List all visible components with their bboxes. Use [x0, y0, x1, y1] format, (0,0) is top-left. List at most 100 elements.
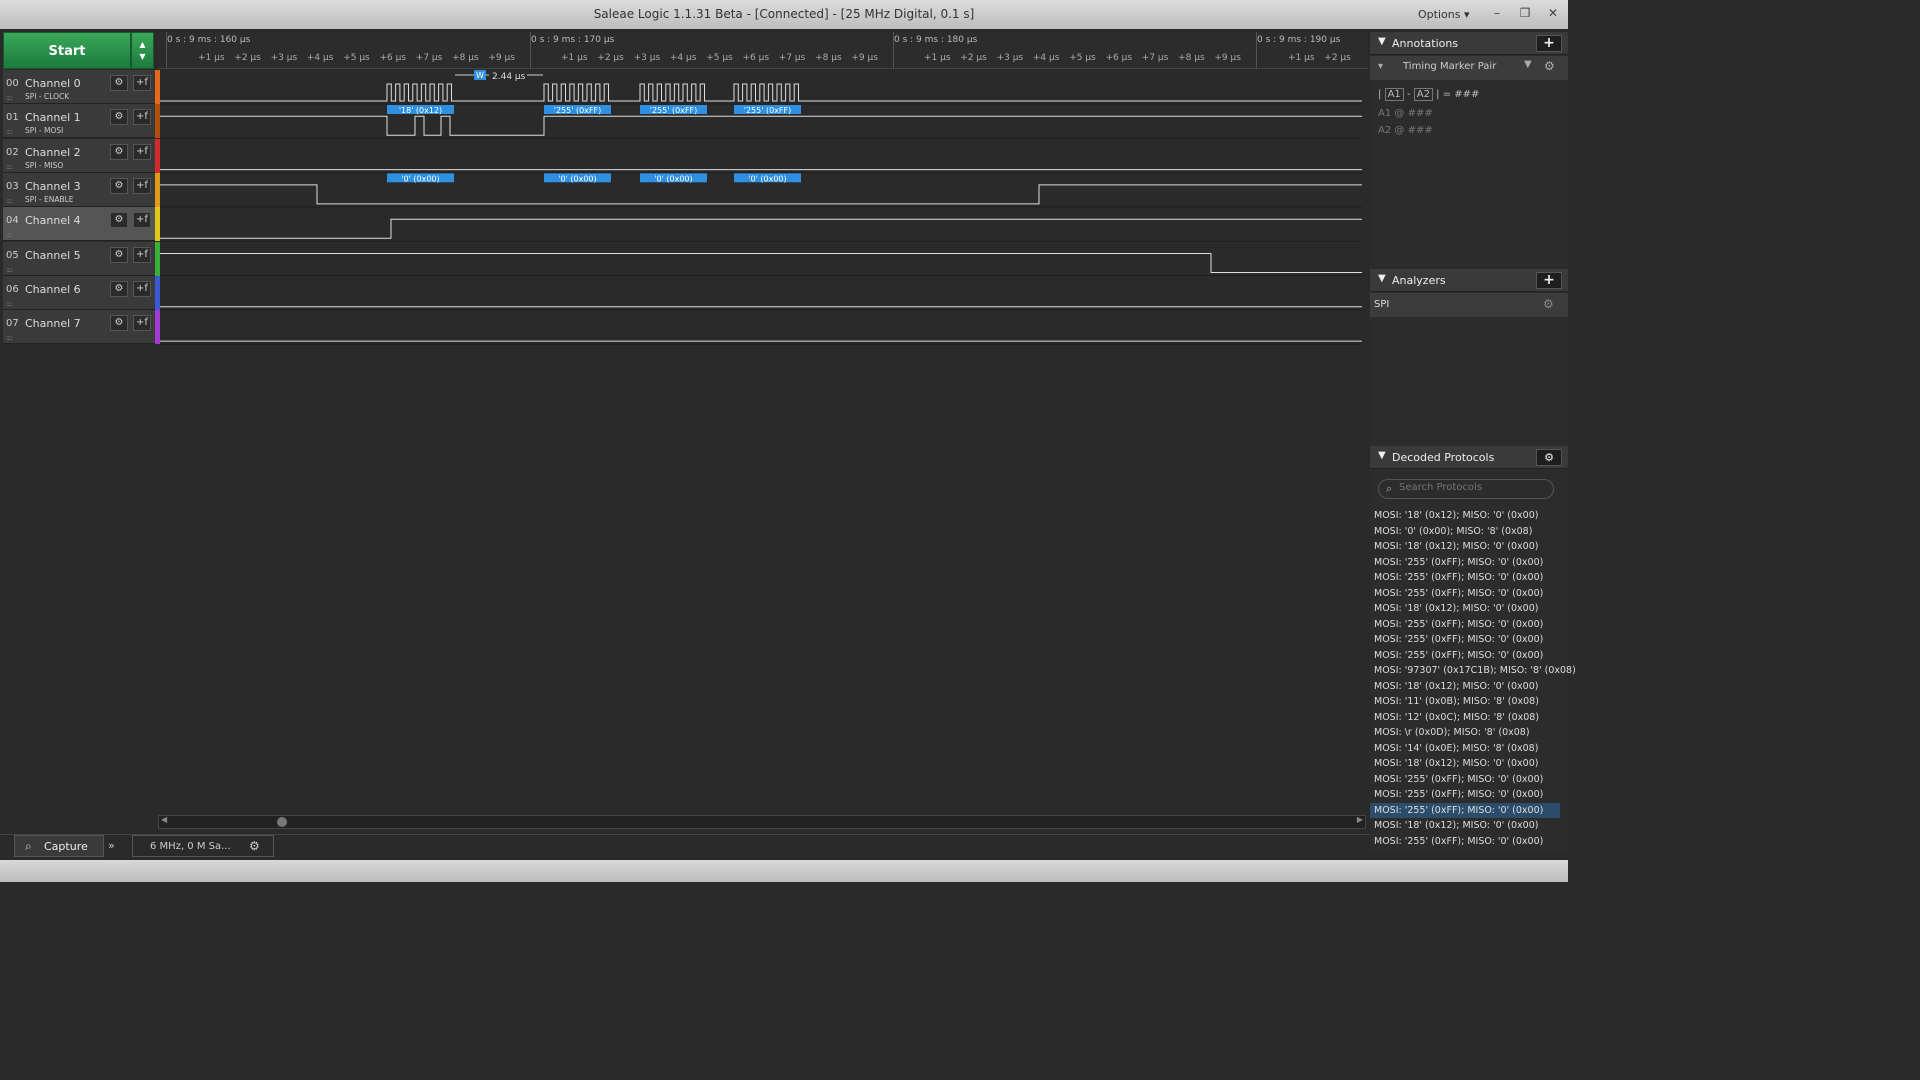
trigger-button[interactable]: +f — [133, 75, 151, 91]
scroll-thumb[interactable] — [277, 817, 287, 827]
miso-decode-badge[interactable]: '0' (0x00) — [734, 173, 801, 183]
channel-row[interactable]: 04 Channel 4 :::: ⚙ +f — [3, 207, 155, 242]
add-analyzer-button[interactable]: + — [1536, 272, 1562, 289]
channel-settings-button[interactable]: ⚙ — [110, 246, 128, 263]
protocol-list-item[interactable]: MOSI: '255' (0xFF); MISO: '0' (0x00) — [1370, 617, 1560, 633]
drag-handle-icon[interactable]: :::: — [6, 128, 13, 136]
channel-row[interactable]: 05 Channel 5 :::: ⚙ +f — [3, 241, 155, 276]
channel-settings-button[interactable]: ⚙ — [110, 177, 128, 194]
collapse-icon[interactable]: ▼ — [1378, 450, 1386, 461]
protocol-list-item[interactable]: MOSI: '18' (0x12); MISO: '0' (0x00) — [1370, 508, 1560, 524]
drag-handle-icon[interactable]: :::: — [6, 163, 13, 171]
mosi-decode-badge[interactable]: '18' (0x12) — [387, 105, 454, 115]
protocol-list-item[interactable]: MOSI: '255' (0xFF); MISO: '0' (0x00) — [1370, 772, 1560, 788]
protocol-list-item[interactable]: MOSI: '14' (0x0E); MISO: '8' (0x08) — [1370, 741, 1560, 757]
drag-handle-icon[interactable]: :::: — [6, 334, 13, 342]
horizontal-scrollbar[interactable]: ◀ ▶ — [158, 815, 1366, 829]
miso-decode-badge[interactable]: '0' (0x00) — [640, 173, 707, 183]
gear-icon[interactable]: ⚙ — [1543, 297, 1554, 311]
drag-handle-icon[interactable]: :::: — [6, 300, 13, 308]
waveform-area[interactable]: '18' (0x12) '0' (0x00) '255' (0xFF) '0' (0x… — [160, 70, 1362, 346]
channel-name[interactable]: Channel 3 — [25, 180, 81, 193]
drag-handle-icon[interactable]: :::: — [6, 231, 13, 239]
channel-row[interactable]: 02 Channel 2 SPI - MISO :::: ⚙ +f — [3, 138, 155, 173]
timing-marker-row[interactable]: ▾ Timing Marker Pair ▼ ⚙ — [1370, 56, 1568, 80]
trigger-button[interactable]: +f — [133, 280, 151, 297]
channel-settings-button[interactable]: ⚙ — [110, 280, 128, 297]
protocol-list-item[interactable]: MOSI: '255' (0xFF); MISO: '0' (0x00) — [1370, 570, 1560, 586]
restore-button[interactable]: ❐ — [1516, 5, 1534, 23]
channel-settings-button[interactable]: ⚙ — [110, 75, 128, 91]
channel-settings-button[interactable]: ⚙ — [110, 212, 128, 229]
protocol-list-item[interactable]: MOSI: '255' (0xFF); MISO: '0' (0x00) — [1370, 632, 1560, 648]
protocol-list-item[interactable]: MOSI: '18' (0x12); MISO: '0' (0x00) — [1370, 679, 1560, 695]
channel-name[interactable]: Channel 0 — [25, 77, 81, 90]
capture-tab[interactable]: ⌕ Capture — [14, 835, 104, 857]
analyzer-item-spi[interactable]: SPI ⚙ — [1370, 293, 1568, 317]
protocol-list-item[interactable]: MOSI: '11' (0x0B); MISO: '8' (0x08) — [1370, 694, 1560, 710]
start-button[interactable]: Start — [3, 32, 131, 69]
mosi-decode-badge[interactable]: '255' (0xFF) — [544, 105, 611, 115]
protocol-list-item[interactable]: MOSI: \r (0x0D); MISO: '8' (0x08) — [1370, 725, 1560, 741]
gear-icon[interactable]: ⚙ — [249, 839, 260, 853]
miso-decode-badge[interactable]: '0' (0x00) — [387, 173, 454, 183]
channel-name[interactable]: Channel 5 — [25, 249, 81, 262]
channel-settings-button[interactable]: ⚙ — [110, 109, 128, 126]
search-input[interactable] — [1399, 482, 1549, 493]
trigger-button[interactable]: +f — [133, 109, 151, 126]
protocol-list-item[interactable]: MOSI: '97307' (0x17C1B); MISO: '8' (0x08… — [1370, 663, 1576, 679]
start-options[interactable]: ▲ ▼ — [131, 32, 154, 69]
sample-info-tab[interactable]: 6 MHz, 0 M Sa... ⚙ — [132, 835, 274, 857]
collapse-icon[interactable]: ▼ — [1378, 36, 1386, 47]
trigger-button[interactable]: +f — [133, 315, 151, 332]
protocol-list-item[interactable]: MOSI: '255' (0xFF); MISO: '0' (0x00) — [1370, 555, 1560, 571]
channel-row[interactable]: 01 Channel 1 SPI - MOSI :::: ⚙ +f — [3, 104, 155, 139]
protocol-list-item[interactable]: MOSI: '255' (0xFF); MISO: '0' (0x00) — [1370, 787, 1560, 803]
expand-icon[interactable]: » — [108, 839, 115, 852]
search-protocols[interactable]: ⌕ — [1378, 479, 1554, 499]
protocol-list-item[interactable]: MOSI: '255' (0xFF); MISO: '0' (0x00) — [1370, 586, 1560, 602]
add-annotation-button[interactable]: + — [1536, 35, 1562, 52]
protocol-list-item[interactable]: MOSI: '0' (0x00); MISO: '8' (0x08) — [1370, 524, 1560, 540]
protocol-list-item[interactable]: MOSI: '255' (0xFF); MISO: '0' (0x00) — [1370, 834, 1560, 850]
options-menu[interactable]: Options ▾ — [1418, 8, 1469, 21]
waveform-plot[interactable]: '18' (0x12) '0' (0x00) '255' (0xFF) '0' (0x… — [160, 70, 1362, 346]
gear-icon[interactable]: ⚙ — [1536, 449, 1562, 466]
trigger-button[interactable]: +f — [133, 212, 151, 229]
channel-row[interactable]: 00 Channel 0 SPI - CLOCK :::: ⚙ +f — [3, 70, 155, 104]
mosi-decode-badge[interactable]: '255' (0xFF) — [640, 105, 707, 115]
mosi-decode-badge[interactable]: '255' (0xFF) — [734, 105, 801, 115]
decoded-protocols-list[interactable]: MOSI: '18' (0x12); MISO: '0' (0x00) MOSI:… — [1370, 508, 1576, 850]
annotations-header[interactable]: ▼ Annotations + — [1370, 32, 1568, 55]
protocol-list-item[interactable]: MOSI: '255' (0xFF); MISO: '0' (0x00) — [1370, 802, 1560, 818]
down-arrow-icon[interactable]: ▼ — [132, 52, 153, 61]
protocol-list-item[interactable]: MOSI: '18' (0x12); MISO: '0' (0x00) — [1370, 601, 1560, 617]
scroll-left-icon[interactable]: ◀ — [161, 815, 167, 824]
scroll-right-icon[interactable]: ▶ — [1357, 815, 1363, 824]
dropdown-icon[interactable]: ▼ — [1524, 59, 1532, 70]
a1-label[interactable]: A1 — [1384, 88, 1404, 101]
drag-handle-icon[interactable]: :::: — [6, 266, 13, 274]
decoded-protocols-header[interactable]: ▼ Decoded Protocols ⚙ — [1370, 446, 1568, 469]
channel-name[interactable]: Channel 4 — [25, 214, 81, 227]
channel-name[interactable]: Channel 6 — [25, 283, 81, 296]
channel-row[interactable]: 06 Channel 6 :::: ⚙ +f — [3, 275, 155, 310]
protocol-list-item[interactable]: MOSI: '18' (0x12); MISO: '0' (0x00) — [1370, 756, 1560, 772]
channel-row[interactable]: 03 Channel 3 SPI - ENABLE :::: ⚙ +f — [3, 172, 155, 207]
protocol-list-item[interactable]: MOSI: '18' (0x12); MISO: '0' (0x00) — [1370, 818, 1560, 834]
protocol-list-item[interactable]: MOSI: '18' (0x12); MISO: '0' (0x00) — [1370, 539, 1560, 555]
width-measurement[interactable]: W 2.44 µs — [455, 70, 543, 82]
trigger-button[interactable]: +f — [133, 143, 151, 160]
channel-name[interactable]: Channel 2 — [25, 146, 81, 159]
minimize-button[interactable]: – — [1488, 5, 1506, 23]
drag-handle-icon[interactable]: :::: — [6, 94, 13, 102]
a2-label[interactable]: A2 — [1413, 88, 1433, 101]
drag-handle-icon[interactable]: :::: — [6, 197, 13, 205]
analyzers-header[interactable]: ▼ Analyzers + — [1370, 269, 1568, 292]
channel-settings-button[interactable]: ⚙ — [110, 143, 128, 160]
channel-name[interactable]: Channel 7 — [25, 317, 81, 330]
channel-row[interactable]: 07 Channel 7 :::: ⚙ +f — [3, 310, 155, 345]
collapse-icon[interactable]: ▼ — [1378, 273, 1386, 284]
close-button[interactable]: ✕ — [1544, 5, 1562, 23]
trigger-button[interactable]: +f — [133, 246, 151, 263]
